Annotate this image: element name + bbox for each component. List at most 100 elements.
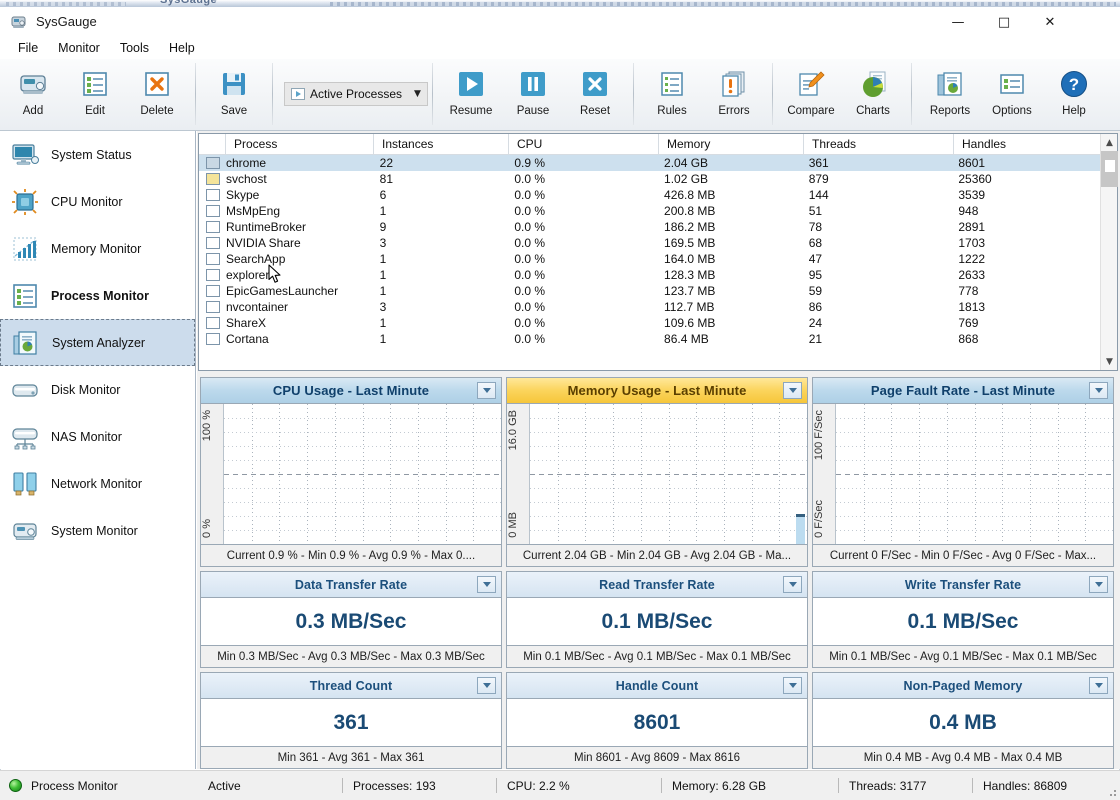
scroll-down-icon[interactable]: ▼ — [1101, 353, 1118, 370]
panel-dropdown-button[interactable] — [1089, 382, 1108, 399]
cell-process: RuntimeBroker — [226, 220, 307, 234]
chevron-down-icon[interactable]: ▼ — [410, 89, 425, 99]
minimize-icon: — — [951, 14, 965, 30]
table-row[interactable]: svchost 81 0.0 % 1.02 GB 879 25360 — [199, 171, 1100, 187]
chart-gridline-horizontal — [836, 446, 1113, 447]
toolbar-compare-button[interactable]: Compare — [780, 59, 842, 129]
chart-gridline-horizontal — [836, 530, 1113, 531]
chart-plot-area[interactable] — [835, 404, 1113, 544]
main-content: Process Instances CPU Memory Threads Han… — [197, 131, 1120, 769]
col-header-memory[interactable]: Memory — [659, 134, 804, 154]
chart-body: 100 % 0 % — [201, 404, 501, 544]
cell-threads: 21 — [808, 332, 823, 346]
toolbar-add-button[interactable]: Add — [2, 59, 64, 129]
table-row[interactable]: ShareX 1 0.0 % 109.6 MB 24 769 — [199, 315, 1100, 331]
table-row[interactable]: Skype 6 0.0 % 426.8 MB 144 3539 — [199, 187, 1100, 203]
toolbar-help-button[interactable]: ? Help — [1043, 59, 1105, 129]
close-button[interactable]: ✕ — [1027, 7, 1073, 37]
sidebar-item-disk-monitor[interactable]: Disk Monitor — [0, 366, 195, 413]
status-divider-4 — [838, 778, 839, 793]
col-header-instances[interactable]: Instances — [374, 134, 509, 154]
sidebar-item-system-status[interactable]: System Status — [0, 131, 195, 178]
panel-dropdown-button[interactable] — [783, 382, 802, 399]
toolbar-resume-button[interactable]: Resume — [440, 59, 502, 129]
process-type-icon — [206, 237, 220, 249]
cell-handles: 3539 — [958, 188, 986, 202]
col-header-process[interactable]: Process — [226, 134, 374, 154]
table-row[interactable]: Cortana 1 0.0 % 86.4 MB 21 868 — [199, 331, 1100, 347]
sidebar-item-nas-monitor[interactable]: NAS Monitor — [0, 413, 195, 460]
profile-combo[interactable]: Active Processes ▼ — [284, 82, 428, 106]
toolbar-reset-button[interactable]: Reset — [564, 59, 626, 129]
panel-dropdown-button[interactable] — [477, 382, 496, 399]
add-monitor-icon — [17, 68, 49, 100]
chevron-down-icon — [1094, 683, 1103, 688]
sidebar-item-network-monitor[interactable]: Network Monitor — [0, 460, 195, 507]
sidebar-item-process-monitor[interactable]: Process Monitor — [0, 272, 195, 319]
cell-memory: 1.02 GB — [664, 172, 709, 186]
table-row[interactable]: MsMpEng 1 0.0 % 200.8 MB 51 948 — [199, 203, 1100, 219]
chart-gridline-horizontal — [224, 446, 501, 447]
table-row[interactable]: nvcontainer 3 0.0 % 112.7 MB 86 1813 — [199, 299, 1100, 315]
col-header-icon[interactable] — [199, 134, 226, 154]
sidebar-item-cpu-monitor[interactable]: CPU Monitor — [0, 178, 195, 225]
chart-gridline-horizontal — [836, 474, 1113, 475]
toolbar-save-button[interactable]: Save — [203, 59, 265, 129]
panel-dropdown-button[interactable] — [783, 677, 802, 694]
chart-plot-area[interactable] — [223, 404, 501, 544]
table-row[interactable]: EpicGamesLauncher 1 0.0 % 123.7 MB 59 778 — [199, 283, 1100, 299]
table-row[interactable]: NVIDIA Share 3 0.0 % 169.5 MB 68 1703 — [199, 235, 1100, 251]
maximize-button[interactable]: □ — [981, 7, 1027, 37]
toolbar-separator-6 — [911, 63, 912, 125]
menu-help[interactable]: Help — [159, 39, 205, 57]
process-type-icon — [206, 253, 220, 265]
resize-grip-icon[interactable] — [1106, 786, 1117, 797]
chevron-down-icon — [788, 683, 797, 688]
panel-dropdown-button[interactable] — [1089, 677, 1108, 694]
chart-plot-area[interactable] — [529, 404, 807, 544]
toolbar-edit-button[interactable]: Edit — [64, 59, 126, 129]
toolbar-options-button[interactable]: Options — [981, 59, 1043, 129]
process-table-scrollbar[interactable]: ▲ ▼ — [1100, 134, 1118, 370]
toolbar-charts-button[interactable]: Charts — [842, 59, 904, 129]
col-header-handles[interactable]: Handles — [954, 134, 1104, 154]
help-question-icon: ? — [1058, 68, 1090, 100]
table-row[interactable]: RuntimeBroker 9 0.0 % 186.2 MB 78 2891 — [199, 219, 1100, 235]
menu-monitor[interactable]: Monitor — [48, 39, 110, 57]
scrollbar-thumb[interactable] — [1104, 159, 1116, 173]
panel-dropdown-button[interactable] — [477, 677, 496, 694]
system-status-icon — [10, 140, 40, 170]
panel-grid: CPU Usage - Last Minute 100 % 0 % Current 0… — [198, 375, 1118, 769]
process-table-body[interactable]: chrome 22 0.9 % 2.04 GB 361 8601 svchost 81 0.0 … — [199, 155, 1100, 370]
minimize-button[interactable]: — — [935, 7, 981, 37]
sidebar-label: Process Monitor — [51, 288, 149, 303]
status-processes: Processes: 193 — [353, 778, 436, 793]
menu-tools[interactable]: Tools — [110, 39, 159, 57]
toolbar-pause-button[interactable]: Pause — [502, 59, 564, 129]
chart-gridline-horizontal — [224, 474, 501, 475]
cell-cpu: 0.9 % — [514, 156, 546, 170]
chart-panel: CPU Usage - Last Minute 100 % 0 % Current 0… — [200, 377, 502, 567]
toolbar-errors-button[interactable]: Errors — [703, 59, 765, 129]
table-row[interactable]: SearchApp 1 0.0 % 164.0 MB 47 1222 — [199, 251, 1100, 267]
sidebar-label: NAS Monitor — [51, 429, 122, 444]
panel-dropdown-button[interactable] — [1089, 576, 1108, 593]
table-row[interactable]: chrome 22 0.9 % 2.04 GB 361 8601 — [199, 155, 1100, 171]
sidebar-item-system-analyzer[interactable]: System Analyzer — [0, 319, 195, 366]
cell-memory: 128.3 MB — [664, 268, 716, 282]
panel-footer-text: Min 361 - Avg 361 - Max 361 — [277, 751, 425, 764]
table-row[interactable]: explorer 1 0.0 % 128.3 MB 95 2633 — [199, 267, 1100, 283]
panel-dropdown-button[interactable] — [477, 576, 496, 593]
col-header-cpu[interactable]: CPU — [509, 134, 659, 154]
panel-dropdown-button[interactable] — [783, 576, 802, 593]
value-panel: Write Transfer Rate 0.1 MB/Sec Min 0.1 MB/… — [812, 571, 1114, 668]
scroll-up-icon[interactable]: ▲ — [1101, 134, 1118, 151]
sidebar-item-system-monitor[interactable]: System Monitor — [0, 507, 195, 554]
menu-file[interactable]: File — [8, 39, 48, 57]
toolbar-rules-button[interactable]: Rules — [641, 59, 703, 129]
col-header-threads[interactable]: Threads — [804, 134, 954, 154]
sidebar-item-memory-monitor[interactable]: Memory Monitor — [0, 225, 195, 272]
value-panel: Handle Count 8601 Min 8601 - Avg 8609 - Ma… — [506, 672, 808, 769]
toolbar-delete-button[interactable]: Delete — [126, 59, 188, 129]
toolbar-reports-button[interactable]: Reports — [919, 59, 981, 129]
